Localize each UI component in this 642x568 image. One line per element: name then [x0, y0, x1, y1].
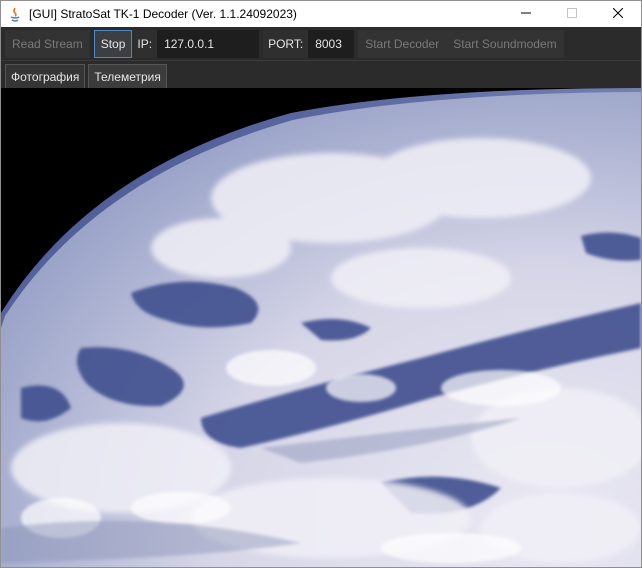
- app-window: [GUI] StratoSat TK-1 Decoder (Ver. 1.1.2…: [0, 0, 642, 568]
- stop-button[interactable]: Stop: [93, 29, 133, 58]
- start-soundmodem-button[interactable]: Start Soundmodem: [446, 29, 564, 58]
- java-app-icon: [7, 6, 23, 22]
- ip-input[interactable]: [157, 29, 260, 58]
- satellite-photo: [1, 88, 641, 567]
- toolbar: Read Stream Stop IP: PORT: Start Decoder…: [1, 27, 641, 60]
- tab-telemetry[interactable]: Телеметрия: [88, 64, 167, 88]
- maximize-button[interactable]: [549, 1, 595, 27]
- close-button[interactable]: [595, 1, 641, 27]
- ip-label: IP:: [132, 29, 158, 58]
- tab-photo[interactable]: Фотография: [5, 64, 86, 88]
- close-icon: [612, 7, 624, 21]
- port-label: PORT:: [263, 29, 309, 58]
- tab-bar: Фотография Телеметрия: [1, 60, 641, 88]
- minimize-icon: [521, 7, 531, 21]
- read-stream-button[interactable]: Read Stream: [5, 29, 90, 58]
- start-decoder-button[interactable]: Start Decoder: [358, 29, 447, 58]
- window-title: [GUI] StratoSat TK-1 Decoder (Ver. 1.1.2…: [29, 7, 297, 21]
- port-input[interactable]: [308, 29, 355, 58]
- minimize-button[interactable]: [503, 1, 549, 27]
- maximize-icon: [567, 7, 577, 21]
- title-bar[interactable]: [GUI] StratoSat TK-1 Decoder (Ver. 1.1.2…: [1, 1, 641, 27]
